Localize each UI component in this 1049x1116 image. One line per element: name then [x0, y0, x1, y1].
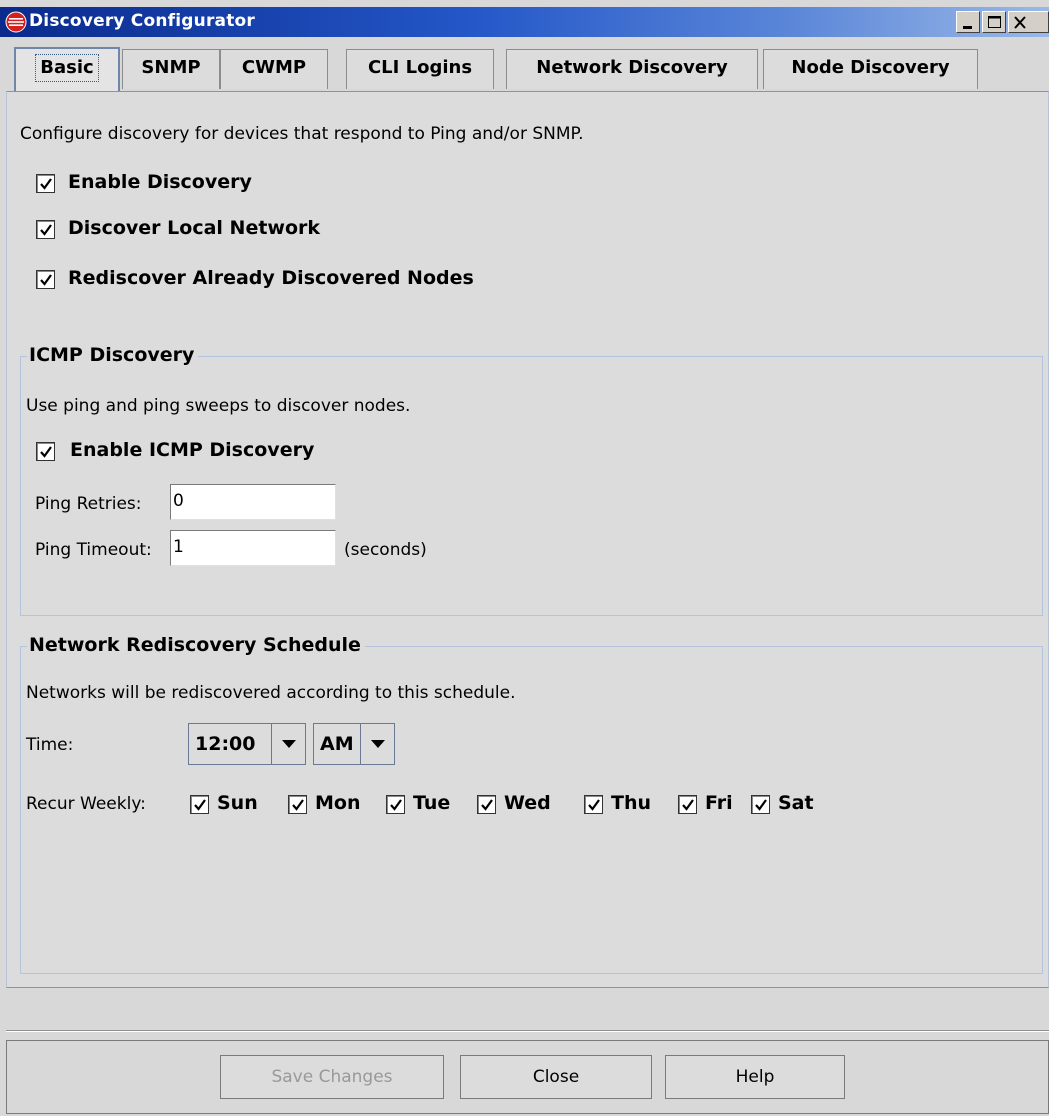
ping-retries-label: Ping Retries: [35, 494, 142, 514]
app-logo-icon [5, 11, 27, 33]
day-checkbox-wed[interactable] [477, 795, 496, 814]
save-changes-button[interactable]: Save Changes [220, 1055, 444, 1099]
rediscover-nodes-checkbox[interactable] [36, 270, 55, 289]
minimize-icon[interactable] [956, 11, 980, 33]
tab-cwmp[interactable]: CWMP [220, 49, 328, 89]
day-checkbox-tue[interactable] [386, 795, 405, 814]
day-checkbox-sat[interactable] [751, 795, 770, 814]
ping-timeout-label: Ping Timeout: [35, 540, 152, 560]
enable-icmp-label[interactable]: Enable ICMP Discovery [70, 439, 314, 461]
enable-discovery-checkbox[interactable] [36, 174, 55, 193]
schedule-description: Networks will be rediscovered according … [26, 683, 516, 703]
ampm-select-value: AM [320, 733, 354, 755]
time-select[interactable]: 12:00 [188, 723, 306, 765]
day-checkbox-sun[interactable] [190, 795, 209, 814]
day-checkbox-thu[interactable] [584, 795, 603, 814]
icmp-discovery-title: ICMP Discovery [27, 344, 199, 366]
basic-description: Configure discovery for devices that res… [20, 124, 584, 144]
enable-icmp-checkbox[interactable] [36, 442, 55, 461]
day-label-sat[interactable]: Sat [778, 792, 814, 814]
maximize-icon[interactable] [982, 11, 1006, 33]
rediscover-nodes-label[interactable]: Rediscover Already Discovered Nodes [68, 267, 474, 289]
day-checkbox-fri[interactable] [678, 795, 697, 814]
help-button[interactable]: Help [665, 1055, 845, 1099]
bottom-separator [6, 1030, 1049, 1032]
time-select-value: 12:00 [195, 733, 256, 755]
chevron-down-icon[interactable] [271, 724, 305, 764]
day-label-sun[interactable]: Sun [217, 792, 258, 814]
recur-weekly-label: Recur Weekly: [26, 794, 146, 814]
discover-local-network-checkbox[interactable] [36, 220, 55, 239]
ping-retries-input[interactable]: 0 [170, 484, 336, 520]
tab-node-discovery[interactable]: Node Discovery [763, 49, 978, 89]
day-label-tue[interactable]: Tue [413, 792, 450, 814]
icmp-description: Use ping and ping sweeps to discover nod… [26, 396, 411, 416]
chevron-down-icon[interactable] [360, 724, 394, 764]
day-label-fri[interactable]: Fri [705, 792, 733, 814]
close-button[interactable]: Close [460, 1055, 652, 1099]
day-label-wed[interactable]: Wed [504, 792, 551, 814]
rediscovery-schedule-title: Network Rediscovery Schedule [27, 634, 365, 656]
window-title: Discovery Configurator [29, 11, 256, 31]
time-label: Time: [26, 735, 74, 755]
ping-timeout-input[interactable]: 1 [170, 530, 336, 566]
tab-basic[interactable]: Basic [14, 47, 120, 91]
title-bar[interactable]: Discovery Configurator [0, 7, 1049, 37]
ping-timeout-unit: (seconds) [344, 540, 427, 560]
tab-snmp[interactable]: SNMP [122, 49, 220, 89]
discover-local-network-label[interactable]: Discover Local Network [68, 217, 320, 239]
day-label-thu[interactable]: Thu [611, 792, 651, 814]
close-icon[interactable] [1008, 11, 1049, 33]
day-checkbox-mon[interactable] [288, 795, 307, 814]
enable-discovery-label[interactable]: Enable Discovery [68, 171, 252, 193]
ampm-select[interactable]: AM [313, 723, 395, 765]
day-label-mon[interactable]: Mon [315, 792, 361, 814]
tab-cli-logins[interactable]: CLI Logins [346, 49, 494, 89]
tab-network-discovery[interactable]: Network Discovery [506, 49, 758, 89]
